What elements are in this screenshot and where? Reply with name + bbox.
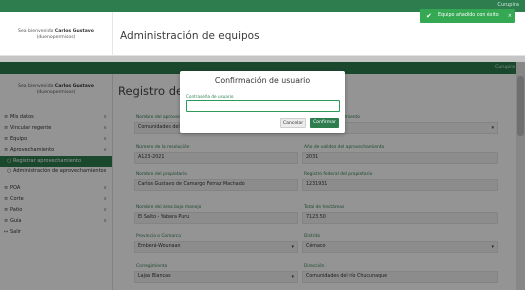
dialog-title: Confirmación de usuario [214, 76, 311, 85]
user-confirmation-dialog: Confirmación de usuario Contraseña de us… [180, 71, 345, 133]
confirm-button[interactable]: Confirmar [310, 118, 339, 128]
toast-message: Equipo añadido con éxito [438, 13, 499, 18]
back-brand-label: Curupira [497, 2, 519, 8]
close-icon[interactable]: × [508, 9, 512, 23]
app-root: Curupira Sea bienvenido Carlos Gustavo (… [0, 0, 525, 290]
success-toast[interactable]: ✔ Equipo añadido con éxito × [420, 9, 515, 23]
cancel-button[interactable]: Cancelar [280, 118, 306, 128]
check-icon: ✔ [426, 12, 432, 20]
back-user-greeting: Sea bienvenido Carlos Gustavo (duenoperm… [0, 12, 113, 56]
password-label: Contraseña de usuario [186, 94, 234, 99]
back-page-title: Administración de equipos [120, 30, 260, 42]
password-input[interactable] [186, 100, 340, 112]
